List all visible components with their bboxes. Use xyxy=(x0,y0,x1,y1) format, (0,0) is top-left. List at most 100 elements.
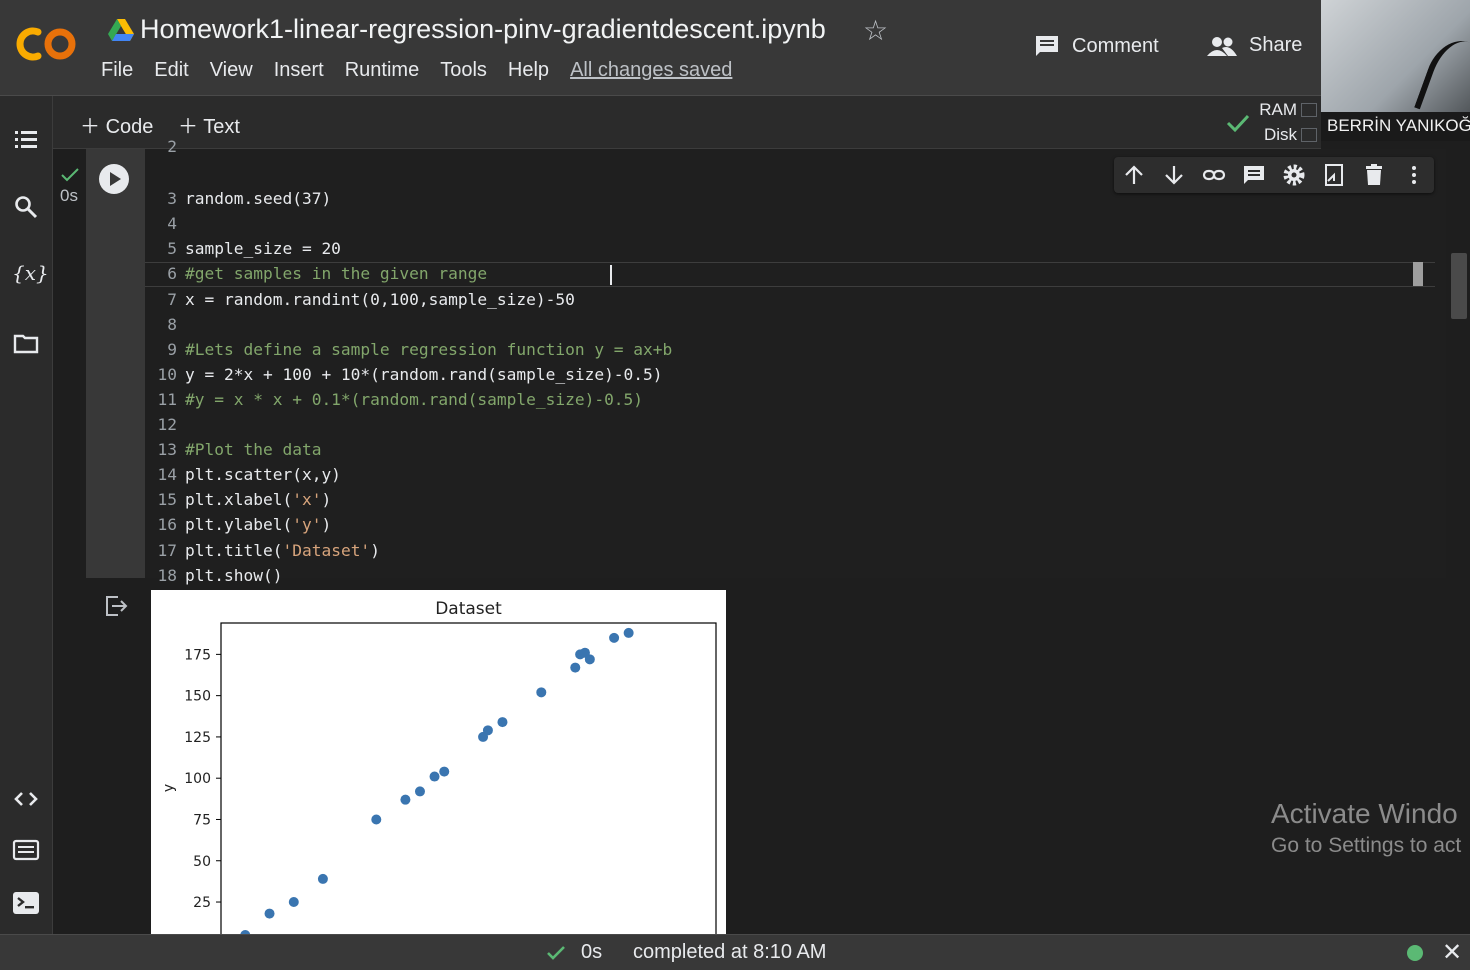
status-check-icon xyxy=(547,946,565,960)
status-bar: 0s completed at 8:10 AM ✕ xyxy=(0,934,1470,970)
link-icon[interactable] xyxy=(1202,163,1226,187)
y-tick-label: 75 xyxy=(193,812,211,828)
code-line: plt.title('Dataset') xyxy=(185,540,380,560)
cell-gutter xyxy=(86,149,145,578)
google-drive-icon[interactable] xyxy=(108,19,134,41)
line-number: 11 xyxy=(157,389,178,409)
menu-help[interactable]: Help xyxy=(508,59,549,82)
plot-frame xyxy=(220,622,717,934)
cell-toolbar xyxy=(1114,157,1434,193)
status-completed: completed at 8:10 AM xyxy=(633,941,827,963)
line-number: 15 xyxy=(157,490,178,510)
run-cell-button[interactable] xyxy=(98,163,130,195)
add-code-button[interactable]: ＋ Code xyxy=(80,110,153,139)
status-exec-time: 0s xyxy=(581,941,603,963)
code-line: plt.ylabel('y') xyxy=(185,515,332,535)
data-point xyxy=(264,908,275,919)
line-number: 9 xyxy=(167,339,177,359)
data-point xyxy=(317,873,328,884)
line-number: 16 xyxy=(157,515,178,535)
line-number: 18 xyxy=(157,565,178,585)
exec-check-icon xyxy=(61,168,79,182)
data-point xyxy=(570,662,581,673)
plus-icon: ＋ xyxy=(178,116,198,138)
vertical-scrollbar[interactable] xyxy=(1451,253,1467,319)
table-of-contents-icon[interactable] xyxy=(12,126,40,154)
line-number: 12 xyxy=(157,415,178,434)
windows-activation-watermark: Activate Windo Go to Settings to act xyxy=(1271,798,1461,858)
code-snippets-icon[interactable] xyxy=(12,785,40,813)
watermark-line2: Go to Settings to act xyxy=(1271,834,1462,857)
line-number: 17 xyxy=(157,540,178,560)
line-number: 10 xyxy=(157,364,178,384)
line-number: 7 xyxy=(167,289,177,309)
command-palette-icon[interactable] xyxy=(12,836,40,864)
comment-icon xyxy=(1036,36,1058,56)
more-vert-icon[interactable] xyxy=(1402,163,1426,187)
code-line: x = random.randint(0,100,sample_size)-50 xyxy=(185,289,575,309)
code-line: #Plot the data xyxy=(185,440,322,460)
menu-runtime[interactable]: Runtime xyxy=(345,59,419,82)
disk-bar xyxy=(1301,128,1317,142)
webcam-name: BERRİN YANIKOĞ xyxy=(1321,112,1470,141)
menu-file[interactable]: File xyxy=(101,59,133,82)
code-line: plt.show() xyxy=(185,565,283,585)
output-actions-icon[interactable] xyxy=(104,595,128,617)
output-gutter xyxy=(86,578,145,934)
line-number: 13 xyxy=(157,440,178,460)
variables-icon[interactable]: {x} xyxy=(12,261,49,289)
notebook-toolbar: ＋ Code ＋ Text xyxy=(53,96,1321,149)
chart-title: Dataset xyxy=(435,599,502,619)
y-tick-label: 150 xyxy=(184,689,211,705)
connected-check-icon xyxy=(1226,114,1250,133)
data-point xyxy=(288,897,299,908)
code-line: y = 2*x + 100 + 10*(random.rand(sample_s… xyxy=(185,364,663,384)
mirror-cell-icon[interactable] xyxy=(1322,163,1346,187)
notebook-title[interactable]: Homework1-linear-regression-pinv-gradien… xyxy=(140,14,826,45)
share-button[interactable]: Share xyxy=(1207,34,1302,57)
resources-indicator[interactable]: RAM Disk xyxy=(1226,100,1321,148)
colab-logo[interactable] xyxy=(14,22,80,66)
scatter-chart: Dataset 25 50 75 100 125 150 175 y xyxy=(161,599,717,934)
star-icon[interactable]: ☆ xyxy=(863,14,888,47)
delete-icon[interactable] xyxy=(1362,163,1386,187)
line-number: 2 xyxy=(167,137,177,156)
data-point xyxy=(414,786,425,797)
line-number: 4 xyxy=(167,214,177,234)
menu-tools[interactable]: Tools xyxy=(440,59,487,82)
menu-insert[interactable]: Insert xyxy=(274,59,324,82)
line-number: 8 xyxy=(167,314,177,334)
y-tick-label: 50 xyxy=(193,854,211,870)
plus-icon: ＋ xyxy=(80,116,100,138)
comment-label: Comment xyxy=(1072,34,1159,57)
menu-bar: File Edit View Insert Runtime Tools Help… xyxy=(101,59,753,82)
connection-status-dot xyxy=(1407,945,1423,961)
menu-view[interactable]: View xyxy=(210,59,253,82)
data-point xyxy=(400,794,411,805)
move-down-icon[interactable] xyxy=(1162,163,1186,187)
webcam-overlay: BERRİN YANIKOĞ xyxy=(1321,0,1470,141)
add-text-button[interactable]: ＋ Text xyxy=(178,110,240,139)
settings-gear-icon[interactable] xyxy=(1282,163,1306,187)
add-code-label: Code xyxy=(105,116,154,138)
data-point xyxy=(609,632,620,643)
save-status-link[interactable]: All changes saved xyxy=(570,59,732,82)
code-editor[interactable]: 2 3 random.seed(37) 4 5 sample_size = 20 6 #get… xyxy=(145,137,1446,585)
data-point xyxy=(497,717,508,728)
search-icon[interactable] xyxy=(12,193,40,221)
ram-label: RAM xyxy=(1259,100,1297,119)
comment-button[interactable]: Comment xyxy=(1034,34,1159,58)
y-tick-label: 125 xyxy=(184,730,211,746)
terminal-icon[interactable] xyxy=(12,889,40,917)
line-number: 3 xyxy=(167,189,177,209)
folder-icon[interactable] xyxy=(12,329,40,357)
menu-edit[interactable]: Edit xyxy=(154,59,188,82)
y-tick-label: 100 xyxy=(184,771,211,787)
close-icon[interactable]: ✕ xyxy=(1442,938,1462,967)
move-up-icon[interactable] xyxy=(1122,163,1146,187)
code-line: random.seed(37) xyxy=(185,189,332,209)
code-line: #Lets define a sample regression functio… xyxy=(185,339,673,359)
code-line: sample_size = 20 xyxy=(185,239,341,259)
disk-label: Disk xyxy=(1263,125,1297,144)
comment-icon[interactable] xyxy=(1242,163,1266,187)
